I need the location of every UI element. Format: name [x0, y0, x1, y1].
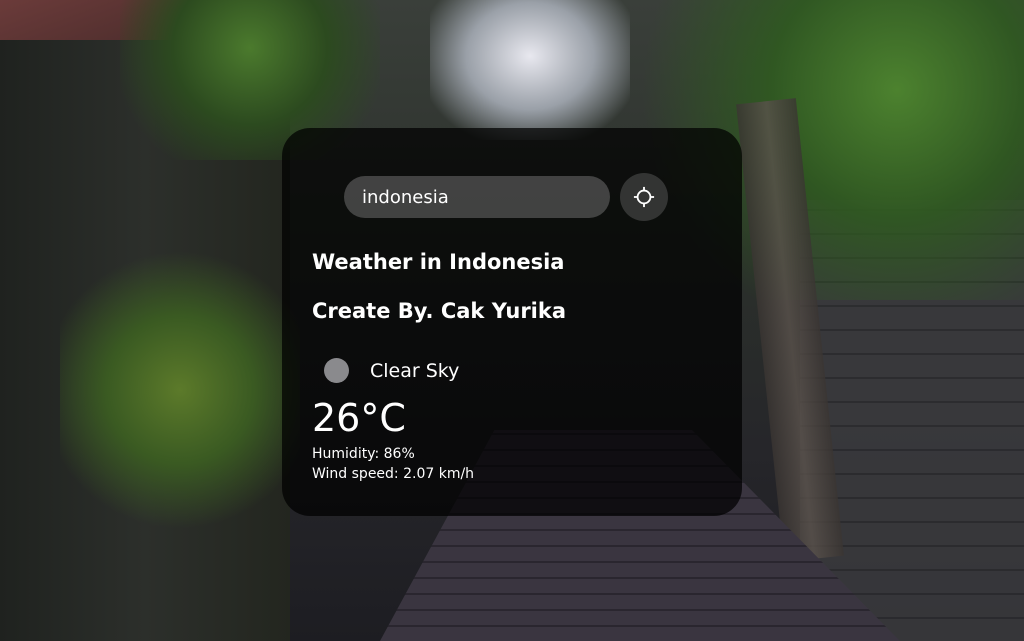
humidity: Humidity: 86% — [312, 446, 415, 462]
condition-row: Clear Sky — [324, 358, 459, 383]
condition-label: Clear Sky — [370, 359, 460, 382]
author-credit: Create By. Cak Yurika — [312, 299, 567, 323]
weather-card: Weather in Indonesia Create By. Cak Yuri… — [282, 128, 742, 516]
wind-speed: Wind speed: 2.07 km/h — [312, 466, 475, 482]
locate-button[interactable] — [620, 173, 668, 221]
search-bar — [344, 173, 668, 221]
temperature: 26°C — [312, 396, 406, 440]
crosshair-icon — [633, 186, 655, 208]
page-title: Weather in Indonesia — [312, 250, 565, 274]
search-input[interactable] — [344, 176, 610, 218]
weather-condition-icon — [324, 358, 349, 383]
